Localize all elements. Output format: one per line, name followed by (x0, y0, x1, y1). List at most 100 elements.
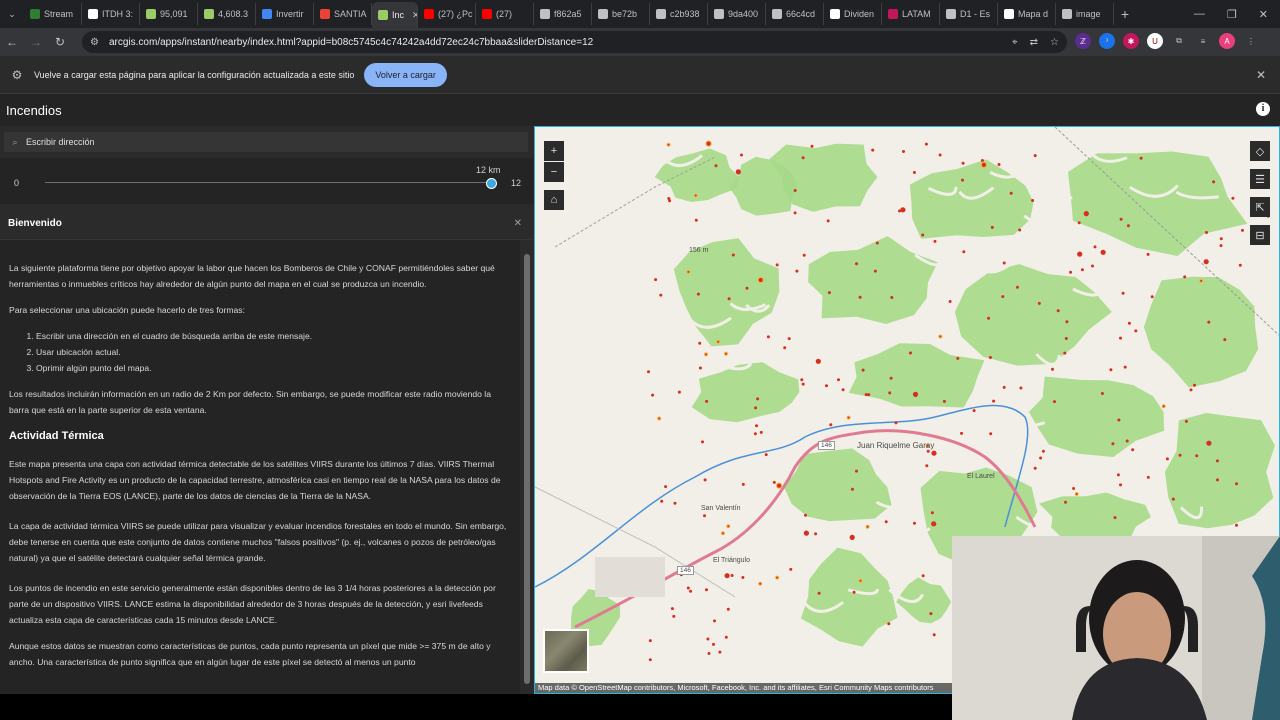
fire-hotspot (1117, 418, 1121, 422)
browser-tab[interactable]: c2b938 (650, 3, 708, 25)
tab-label: 66c4cd (786, 9, 816, 19)
usage-paragraph: La capa de actividad térmica VIIRS se pu… (9, 521, 507, 563)
browser-tab[interactable]: 66c4cd (766, 3, 824, 25)
fire-hotspot (1123, 365, 1127, 369)
location-icon[interactable]: ⌖ (1012, 37, 1018, 48)
browser-tab[interactable]: 95,091 (140, 3, 198, 25)
browser-tab[interactable]: Dividen (824, 3, 882, 25)
slider-track[interactable] (45, 182, 491, 183)
reload-icon[interactable]: ↻ (48, 35, 72, 49)
browser-tab[interactable]: image (1056, 3, 1114, 25)
site-info-icon[interactable]: ⚙ (90, 37, 99, 48)
legend-button[interactable]: ⊟ (1250, 225, 1270, 245)
close-window-icon[interactable]: ✕ (1259, 8, 1268, 21)
browser-tab[interactable]: be72b (592, 3, 650, 25)
fire-hotspot (741, 576, 745, 579)
infobar-close-icon[interactable]: ✕ (1256, 68, 1266, 82)
tab-favicon-icon (378, 10, 388, 20)
fire-hotspot (802, 253, 806, 257)
browser-tab[interactable]: f862a5 (534, 3, 592, 25)
fire-hotspot (1207, 320, 1211, 324)
address-bar[interactable]: ⚙ arcgis.com/apps/instant/nearby/index.h… (82, 31, 1067, 53)
intro-paragraph: La siguiente plataforma tiene por objeti… (9, 263, 495, 289)
fire-hotspot (938, 334, 943, 339)
map-attribution: Map data © OpenStreetMap contributors, M… (535, 683, 953, 693)
tab-favicon-icon (1062, 9, 1072, 19)
fire-hotspot (980, 159, 984, 162)
info-icon[interactable]: i (1256, 102, 1270, 116)
fire-hotspot (1215, 459, 1219, 463)
fire-hotspot (689, 589, 693, 593)
fire-hotspot (1150, 295, 1154, 299)
minimize-icon[interactable]: — (1194, 8, 1205, 21)
fire-hotspot (1231, 196, 1235, 200)
search-input[interactable]: ⌕ Escribir dirección (4, 132, 528, 152)
extension-icon[interactable]: ℤ (1075, 33, 1091, 49)
tab-label: (27) ¿Pc (438, 9, 473, 19)
translate-icon[interactable]: ⇄ (1030, 37, 1038, 48)
extension-icon[interactable]: ⁾ (1099, 33, 1115, 49)
fire-hotspot (962, 250, 966, 254)
fire-hotspot (1195, 454, 1199, 458)
browser-tab[interactable]: D1 - Es (940, 3, 998, 25)
panel-scrollbar[interactable] (524, 240, 530, 694)
fire-hotspot (894, 421, 898, 425)
reading-list-icon[interactable]: ≡ (1195, 33, 1211, 49)
home-button[interactable]: ⌂ (544, 190, 564, 210)
browser-tab[interactable]: ITDH 3: (82, 3, 140, 25)
bookmark-star-icon[interactable]: ☆ (1050, 37, 1059, 48)
fire-hotspot (887, 622, 891, 626)
basemap-toggle[interactable] (543, 629, 589, 673)
browser-tab[interactable]: Mapa d (998, 3, 1056, 25)
restore-icon[interactable]: ❐ (1227, 8, 1237, 21)
fire-hotspot (698, 341, 702, 345)
layer-list-button[interactable]: ☰ (1250, 169, 1270, 189)
fire-hotspot (1064, 500, 1067, 504)
new-tab-button[interactable]: + (1114, 6, 1136, 22)
tab-label: SANTIA (334, 9, 367, 19)
fire-hotspot (1002, 385, 1006, 389)
locate-button[interactable]: ◇ (1250, 141, 1270, 161)
fire-hotspot (800, 378, 804, 382)
slider-handle[interactable] (486, 178, 497, 189)
back-icon[interactable]: ← (0, 35, 24, 49)
browser-tab[interactable]: (27) ¿Pc (418, 3, 476, 25)
browser-tab[interactable]: 9da400 (708, 3, 766, 25)
fire-hotspot (926, 449, 930, 453)
browser-menu-icon[interactable]: ⋮ (1243, 33, 1259, 49)
share-button[interactable]: ⇱ (1250, 197, 1270, 217)
fire-hotspot (1165, 457, 1169, 461)
browser-tab[interactable]: (27) (476, 3, 534, 25)
tab-label: f862a5 (554, 9, 582, 19)
fire-hotspot (933, 239, 937, 243)
browser-tab[interactable]: LATAM (882, 3, 940, 25)
fire-hotspot (1091, 264, 1094, 268)
extension-icon[interactable]: ✱ (1123, 33, 1139, 49)
fire-hotspot (1121, 291, 1125, 295)
browser-tab[interactable]: 4,608.3 (198, 3, 256, 25)
panel-close-icon[interactable]: ✕ (514, 218, 522, 229)
infobar-message: Vuelve a cargar esta página para aplicar… (34, 69, 355, 80)
tab-favicon-icon (146, 9, 156, 19)
tab-favicon-icon (714, 9, 724, 19)
zoom-in-button[interactable]: + (544, 141, 564, 161)
profile-avatar[interactable]: A (1219, 33, 1235, 49)
fire-hotspot (795, 269, 799, 273)
zoom-out-button[interactable]: − (544, 162, 564, 182)
scrollbar-thumb[interactable] (524, 254, 530, 684)
browser-tab[interactable]: Stream (24, 3, 82, 25)
browser-tab[interactable]: Invertir (256, 3, 314, 25)
forward-icon[interactable]: → (24, 35, 48, 49)
ublock-icon[interactable]: U (1147, 33, 1163, 49)
fire-hotspot (932, 633, 936, 637)
extensions-puzzle-icon[interactable]: ⧉ (1171, 33, 1187, 49)
fire-hotspot (1037, 301, 1041, 305)
fire-hotspot (731, 253, 735, 257)
reload-button[interactable]: Volver a cargar (364, 62, 447, 87)
place-label: Juan Riquelme Garay (857, 441, 935, 450)
browser-tab[interactable]: Inc✕ (372, 2, 418, 28)
fire-hotspot (1139, 156, 1143, 160)
fire-hotspot (651, 393, 655, 397)
tab-search-button[interactable]: ⌄ (0, 9, 24, 20)
browser-tab[interactable]: SANTIA (314, 3, 372, 25)
